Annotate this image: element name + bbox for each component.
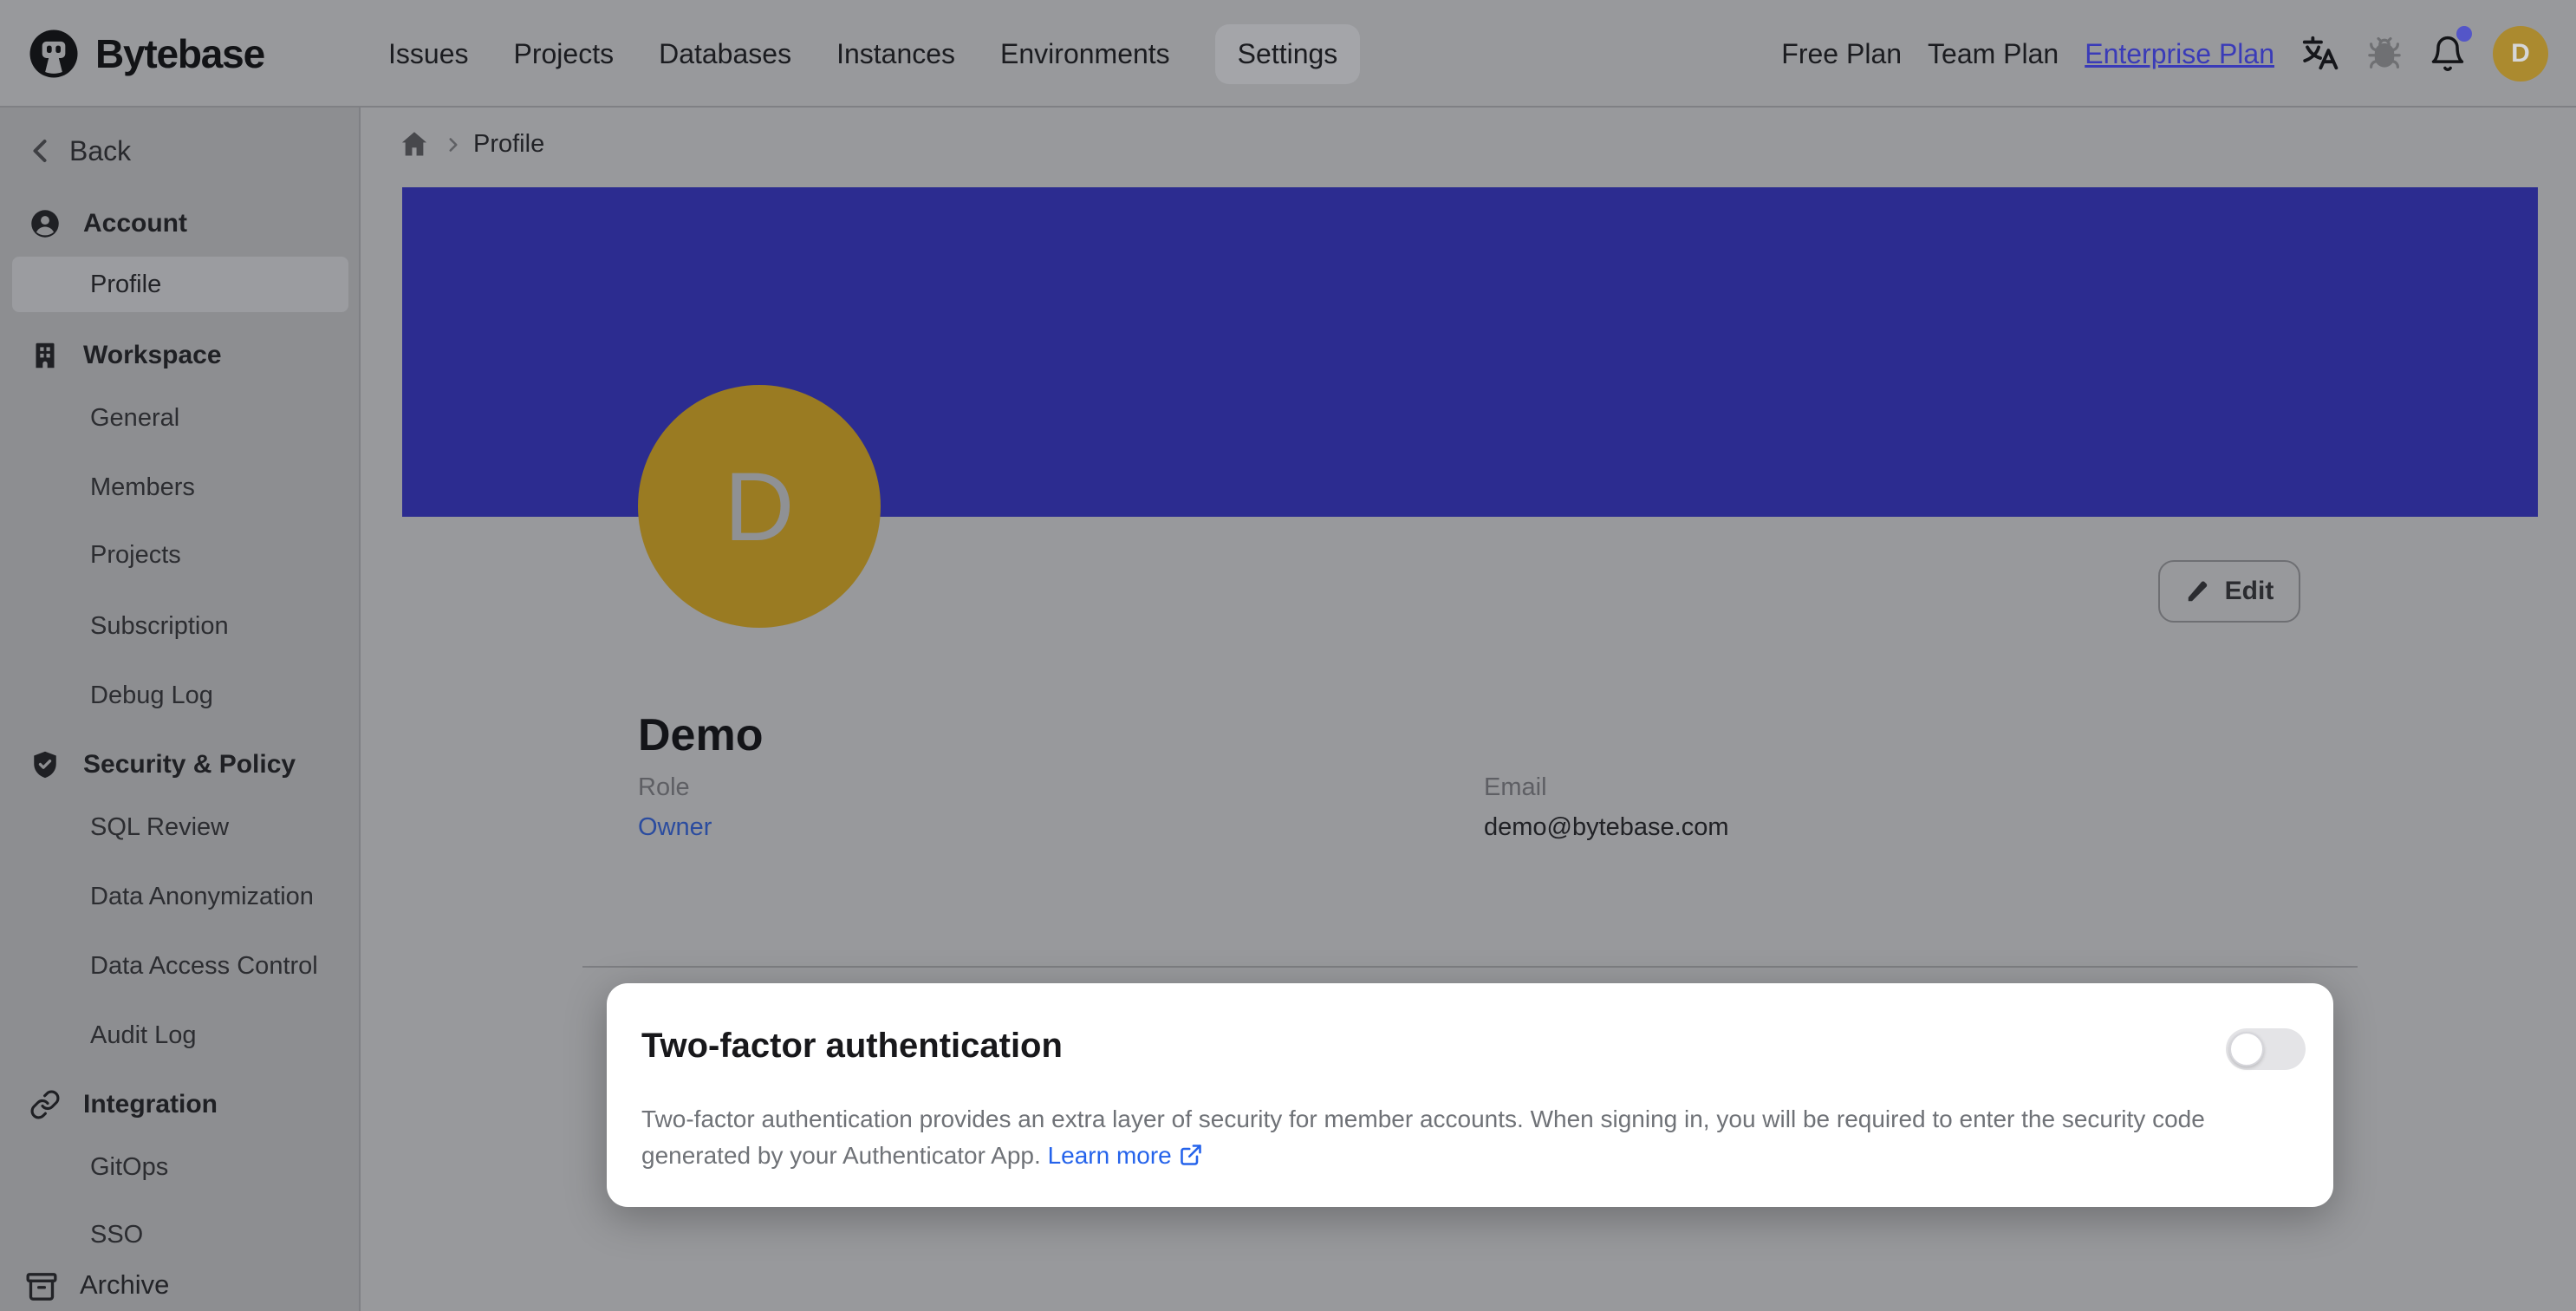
bytebase-wordmark: Bytebase (95, 30, 264, 77)
bytebase-app: Bytebase Issues Projects Databases Insta… (0, 0, 2576, 1311)
bytebase-logo[interactable]: Bytebase (28, 0, 264, 108)
toggle-knob (2229, 1032, 2264, 1066)
shield-check-icon (29, 749, 61, 780)
top-navbar: Bytebase Issues Projects Databases Insta… (0, 0, 2576, 108)
breadcrumb-page: Profile (473, 130, 544, 159)
bug-icon[interactable] (2366, 36, 2403, 72)
email-label: Email (1484, 773, 1547, 802)
building-icon (29, 340, 61, 371)
sidebar-item-audit-log[interactable]: Audit Log (0, 1011, 359, 1060)
role-label: Role (638, 773, 690, 802)
sidebar-section-integration: Integration (0, 1080, 359, 1129)
chevron-left-icon (21, 132, 59, 170)
sidebar-scroll-area: Back Account Profile (0, 108, 359, 1245)
back-button[interactable]: Back (0, 127, 359, 175)
team-plan-button[interactable]: Team Plan (1928, 38, 2059, 70)
profile-page: Profile D Edit Demo Role Owner Email dem… (362, 108, 2576, 1311)
user-avatar[interactable]: D (2493, 26, 2548, 82)
sidebar-item-data-anonymization[interactable]: Data Anonymization (0, 872, 359, 921)
sidebar-item-data-access-control[interactable]: Data Access Control (0, 942, 359, 990)
profile-avatar: D (638, 385, 881, 628)
bytebase-logo-icon (28, 28, 80, 80)
archive-icon (24, 1269, 59, 1304)
free-plan-button[interactable]: Free Plan (1781, 38, 1902, 70)
sidebar-item-members[interactable]: Members (0, 463, 359, 512)
edit-profile-button[interactable]: Edit (2158, 560, 2300, 623)
sidebar-item-debug-log[interactable]: Debug Log (0, 671, 359, 720)
navbar-right-group: Free Plan Team Plan Enterprise Plan (1781, 0, 2548, 108)
breadcrumb-chevron-icon (442, 134, 465, 156)
two-factor-auth-description: Two-factor authentication provides an ex… (641, 1101, 2299, 1174)
sidebar-item-projects[interactable]: Projects (0, 531, 359, 579)
nav-databases[interactable]: Databases (659, 38, 791, 70)
learn-more-link[interactable]: Learn more (1048, 1142, 1203, 1169)
user-circle-icon (29, 208, 61, 239)
sidebar-item-sso[interactable]: SSO (0, 1210, 359, 1245)
pencil-icon (2185, 578, 2211, 604)
edit-button-label: Edit (2225, 577, 2274, 606)
bell-icon[interactable] (2429, 35, 2467, 73)
notification-badge (2456, 26, 2472, 42)
sidebar-section-workspace: Workspace (0, 331, 359, 380)
nav-settings-active[interactable]: Settings (1215, 24, 1361, 84)
role-value-link[interactable]: Owner (638, 813, 712, 842)
nav-issues[interactable]: Issues (388, 38, 468, 70)
sidebar-item-subscription[interactable]: Subscription (0, 602, 359, 650)
sidebar-item-sql-review[interactable]: SQL Review (0, 803, 359, 851)
nav-environments[interactable]: Environments (1000, 38, 1170, 70)
section-divider (582, 966, 2358, 968)
profile-name: Demo (638, 709, 763, 761)
two-factor-auth-title: Two-factor authentication (641, 1027, 1063, 1066)
sidebar-item-archive[interactable]: Archive (0, 1262, 359, 1311)
nav-instances[interactable]: Instances (836, 38, 955, 70)
home-icon[interactable] (399, 128, 430, 160)
two-factor-auth-toggle[interactable] (2226, 1028, 2306, 1070)
settings-sidebar: Back Account Profile (0, 108, 361, 1311)
external-link-icon (1179, 1143, 1203, 1167)
sidebar-item-gitops[interactable]: GitOps (0, 1143, 359, 1191)
sidebar-section-account: Account (0, 199, 359, 248)
translate-icon[interactable] (2300, 34, 2340, 74)
enterprise-plan-link[interactable]: Enterprise Plan (2085, 38, 2274, 70)
sidebar-section-security-policy: Security & Policy (0, 740, 359, 789)
email-value: demo@bytebase.com (1484, 813, 1729, 842)
main-nav: Issues Projects Databases Instances Envi… (388, 0, 1360, 108)
two-factor-auth-card: Two-factor authentication Two-factor aut… (607, 983, 2333, 1207)
sidebar-item-profile[interactable]: Profile (12, 257, 348, 312)
sidebar-item-general[interactable]: General (0, 394, 359, 442)
nav-projects[interactable]: Projects (513, 38, 614, 70)
link-icon (29, 1089, 61, 1120)
